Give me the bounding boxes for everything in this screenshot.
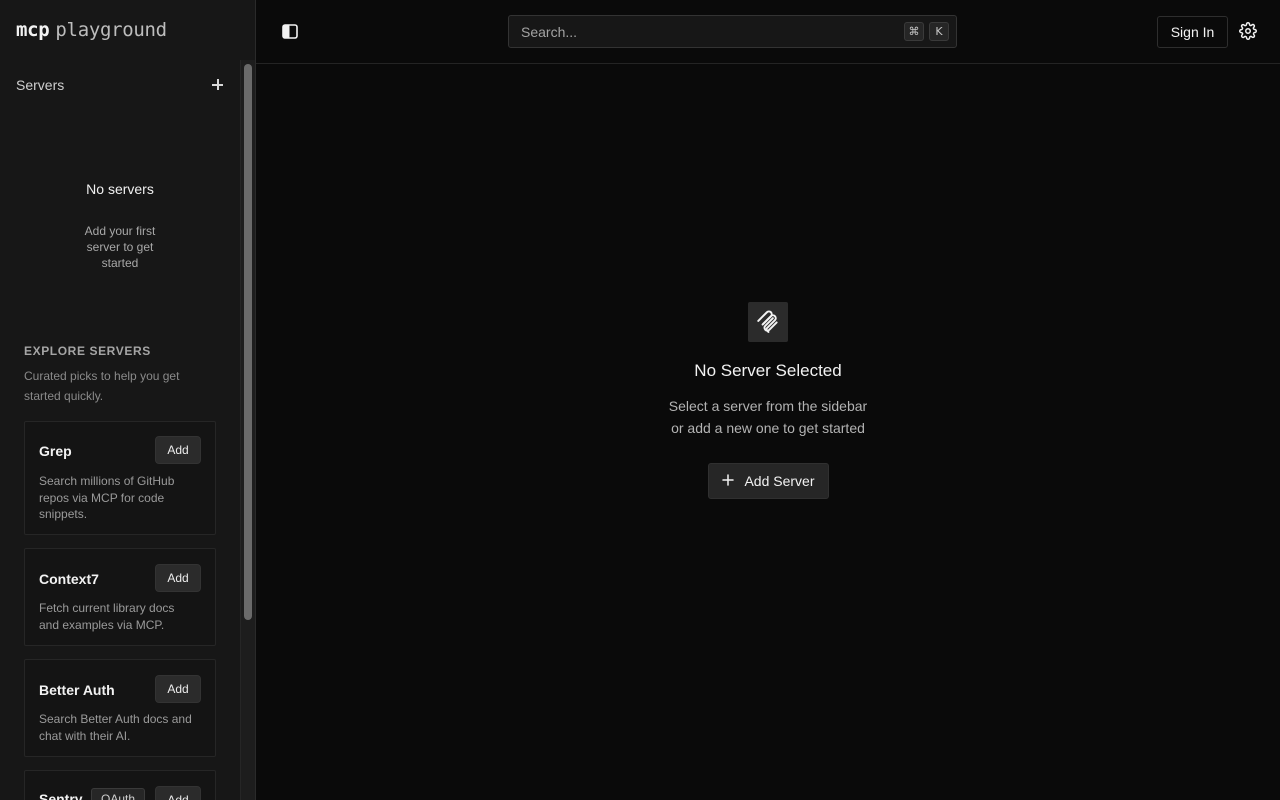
no-server-selected-subtitle: Select a server from the sidebar or add … [618,395,918,439]
server-card-context7: Context7 Add Fetch current library docs … [24,548,216,646]
server-card-name: Context7 [39,571,99,587]
explore-servers-title: EXPLORE SERVERS [24,344,151,358]
top-bar: ⌘ K Sign In [256,0,1280,64]
gear-icon[interactable] [1239,22,1257,40]
sidebar-toggle-icon[interactable] [282,24,298,39]
servers-title: Servers [16,77,65,93]
shortcut-command-key: ⌘ [904,22,924,41]
sidebar-scrollbar-thumb[interactable] [244,64,252,620]
add-server-label: Add Server [744,473,815,489]
server-card-grep: Grep Add Search millions of GitHub repos… [24,421,216,535]
shortcut-k-key: K [929,22,949,41]
server-card-description: Search millions of GitHub repos via MCP … [39,474,175,521]
plus-icon [722,473,735,489]
server-card-name: Sentry [39,791,83,800]
add-server-button[interactable]: Add Server [708,463,829,499]
sidebar-scrollbar[interactable] [240,60,255,800]
no-servers-title: No servers [86,181,154,197]
servers-header: Servers [16,75,228,95]
logo-mcp: mcp [16,19,50,41]
mcp-logo-icon [748,302,788,342]
search-box: ⌘ K [508,15,957,48]
server-card-description: Fetch current library docs and examples … [39,601,175,632]
server-card-name: Better Auth [39,682,115,698]
server-card-better-auth: Better Auth Add Search Better Auth docs … [24,659,216,757]
app-root: mcp playground Servers No servers Add you… [0,0,1280,800]
explore-servers-subtitle: Curated picks to help you get started qu… [24,369,180,403]
subtitle-line-1: Select a server from the sidebar [668,398,868,414]
add-better-auth-button[interactable]: Add [155,675,201,703]
add-server-plus-icon[interactable] [208,75,228,95]
sign-in-button[interactable]: Sign In [1157,16,1228,48]
app-logo: mcp playground [16,19,167,43]
server-card-sentry: Sentry OAuth Add [24,770,216,800]
logo-playground: playground [55,19,167,41]
search-input[interactable] [509,16,889,47]
oauth-badge: OAuth [91,788,146,800]
sidebar: mcp playground Servers No servers Add you… [0,0,256,800]
add-sentry-button[interactable]: Add [155,786,201,800]
no-servers-subtitle: Add your first server to get started [84,224,156,270]
server-card-name: Grep [39,443,72,459]
add-context7-button[interactable]: Add [155,564,201,592]
subtitle-line-2: or add a new one to get started [671,420,865,436]
add-grep-button[interactable]: Add [155,436,201,464]
no-server-selected-title: No Server Selected [694,361,842,380]
server-card-description: Search Better Auth docs and chat with th… [39,712,192,743]
